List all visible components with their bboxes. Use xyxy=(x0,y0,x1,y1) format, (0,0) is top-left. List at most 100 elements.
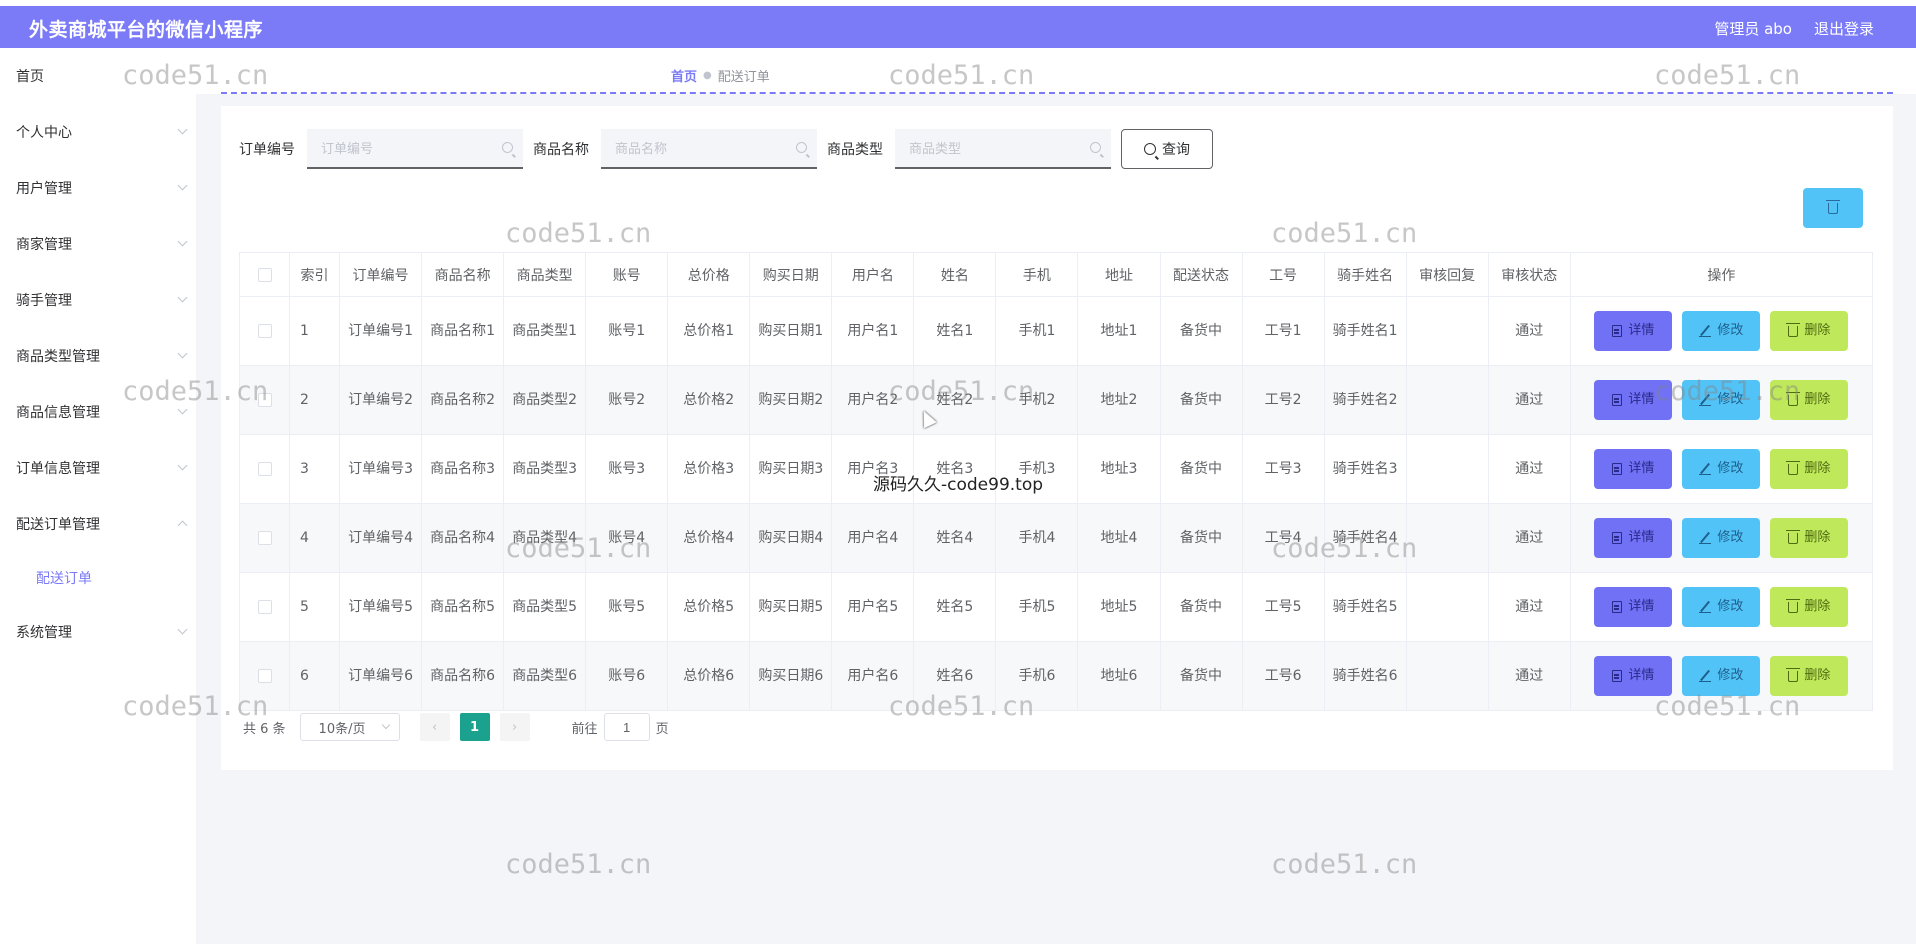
query-button[interactable]: 查询 xyxy=(1121,129,1213,169)
delete-button[interactable]: 删除 xyxy=(1770,656,1849,696)
delete-button[interactable]: 删除 xyxy=(1770,518,1849,558)
page-size-select[interactable]: 10条/页 xyxy=(299,713,400,741)
cell-phone: 手机4 xyxy=(995,503,1079,573)
edit-button[interactable]: 修改 xyxy=(1682,587,1761,627)
detail-label: 详情 xyxy=(1628,599,1655,614)
page-number-button[interactable]: 1 xyxy=(459,713,490,741)
breadcrumb-home[interactable]: 首页 xyxy=(671,66,697,85)
row-checkbox[interactable] xyxy=(257,324,272,338)
edit-button[interactable]: 修改 xyxy=(1682,449,1761,489)
trash-icon xyxy=(1786,667,1801,682)
sidebar-item-merchants[interactable]: 商家管理 xyxy=(0,216,196,272)
cell-username: 用户名3 xyxy=(831,434,915,504)
cell-reply xyxy=(1405,365,1489,435)
cell-date: 购买日期4 xyxy=(749,503,833,573)
sidebar-item-riders[interactable]: 骑手管理 xyxy=(0,272,196,328)
detail-button[interactable]: 详情 xyxy=(1594,587,1673,627)
delete-button[interactable]: 删除 xyxy=(1770,587,1849,627)
sidebar-item-products[interactable]: 商品信息管理 xyxy=(0,384,196,440)
cell-reply xyxy=(1405,503,1489,573)
breadcrumb-separator-icon: ● xyxy=(703,70,712,81)
cell-account: 账号3 xyxy=(585,434,669,504)
cell-order-no: 订单编号5 xyxy=(339,572,423,642)
detail-button[interactable]: 详情 xyxy=(1594,311,1673,351)
cell-rider-name: 骑手姓名3 xyxy=(1323,434,1407,504)
edit-button[interactable]: 修改 xyxy=(1682,518,1761,558)
row-checkbox[interactable] xyxy=(257,669,272,683)
sidebar-subitem-delivery-order[interactable]: 配送订单 xyxy=(0,552,196,604)
sidebar-item-product-types[interactable]: 商品类型管理 xyxy=(0,328,196,384)
cell-product-name: 商品名称1 xyxy=(421,296,505,366)
cell-actions: 详情 修改 删除 xyxy=(1569,641,1874,711)
cell-account: 账号2 xyxy=(585,365,669,435)
sidebar-item-delivery-orders[interactable]: 配送订单管理 xyxy=(0,496,196,552)
current-user[interactable]: 管理员 abo xyxy=(1714,18,1792,39)
row-checkbox[interactable] xyxy=(257,462,272,476)
chevron-down-icon xyxy=(381,720,390,730)
detail-button[interactable]: 详情 xyxy=(1594,656,1673,696)
cell-name: 姓名5 xyxy=(913,572,997,642)
product-type-field xyxy=(895,129,1111,169)
cell-actions: 详情 修改 删除 xyxy=(1569,572,1874,642)
detail-button[interactable]: 详情 xyxy=(1594,380,1673,420)
cell-address: 地址3 xyxy=(1077,434,1161,504)
select-all-checkbox[interactable] xyxy=(257,267,272,282)
sidebar-item-home[interactable]: 首页 xyxy=(0,48,196,104)
sidebar-item-system[interactable]: 系统管理 xyxy=(0,604,196,660)
search-icon xyxy=(1144,143,1156,155)
delete-label: 删除 xyxy=(1804,599,1831,614)
cell-date: 购买日期2 xyxy=(749,365,833,435)
detail-button[interactable]: 详情 xyxy=(1594,449,1673,489)
delete-button[interactable]: 删除 xyxy=(1770,449,1849,489)
column-header: 手机 xyxy=(995,252,1079,297)
prev-page-button[interactable]: ‹ xyxy=(419,713,450,741)
table-row: 2 订单编号2 商品名称2 商品类型2 账号2 总价格2 购买日期2 用户名2 姓名2 手机2 地址… xyxy=(238,365,1874,435)
row-checkbox[interactable] xyxy=(257,531,272,545)
page-suffix: 页 xyxy=(655,721,669,737)
edit-button[interactable]: 修改 xyxy=(1682,311,1761,351)
cell-delivery-status: 备货中 xyxy=(1159,572,1243,642)
cell-job-no: 工号2 xyxy=(1241,365,1325,435)
cell-date: 购买日期5 xyxy=(749,572,833,642)
table-header-row: 索引 订单编号 商品名称 商品类型 账号 总价格 购买日期 用户名 姓名 手机 … xyxy=(238,252,1874,297)
chevron-down-icon xyxy=(177,624,188,635)
goto-page-input[interactable] xyxy=(603,713,650,741)
content-panel: 订单编号 商品名称 商品类型 查询 xyxy=(221,106,1893,770)
sidebar-item-profile[interactable]: 个人中心 xyxy=(0,104,196,160)
edit-button[interactable]: 修改 xyxy=(1682,656,1761,696)
row-select-cell xyxy=(238,503,291,573)
table-row: 5 订单编号5 商品名称5 商品类型5 账号5 总价格5 购买日期5 用户名5 姓名5 手机5 地址… xyxy=(238,572,1874,642)
product-type-input[interactable] xyxy=(895,129,1111,167)
sidebar-item-label: 商品信息管理 xyxy=(16,405,100,421)
cell-index: 5 xyxy=(289,572,341,642)
delete-button[interactable]: 删除 xyxy=(1770,380,1849,420)
detail-button[interactable]: 详情 xyxy=(1594,518,1673,558)
table-row: 6 订单编号6 商品名称6 商品类型6 账号6 总价格6 购买日期6 用户名6 姓名6 手机6 地址… xyxy=(238,641,1874,711)
row-checkbox[interactable] xyxy=(257,600,272,614)
cell-phone: 手机1 xyxy=(995,296,1079,366)
breadcrumb-current: 配送订单 xyxy=(717,70,770,85)
cell-order-no: 订单编号6 xyxy=(339,641,423,711)
sidebar-item-users[interactable]: 用户管理 xyxy=(0,160,196,216)
logout-button[interactable]: 退出登录 xyxy=(1814,18,1874,39)
goto-label: 前往 xyxy=(571,721,598,737)
batch-delete-button[interactable] xyxy=(1803,188,1863,228)
cell-index: 3 xyxy=(289,434,341,504)
trash-icon xyxy=(1786,598,1801,613)
cell-product-type: 商品类型2 xyxy=(503,365,587,435)
delete-button[interactable]: 删除 xyxy=(1770,311,1849,351)
row-checkbox[interactable] xyxy=(257,393,272,407)
next-page-button[interactable]: › xyxy=(499,713,530,741)
document-icon xyxy=(1612,532,1623,544)
search-icon xyxy=(796,142,807,153)
cell-total: 总价格1 xyxy=(667,296,751,366)
cell-actions: 详情 修改 删除 xyxy=(1569,434,1874,504)
order-no-input[interactable] xyxy=(307,129,523,167)
sidebar-item-orders[interactable]: 订单信息管理 xyxy=(0,440,196,496)
cell-delivery-status: 备货中 xyxy=(1159,296,1243,366)
edit-button[interactable]: 修改 xyxy=(1682,380,1761,420)
chevron-down-icon xyxy=(177,460,188,471)
product-name-input[interactable] xyxy=(601,129,817,167)
row-actions: 详情 修改 删除 xyxy=(1575,311,1868,351)
product-name-field xyxy=(601,129,817,169)
